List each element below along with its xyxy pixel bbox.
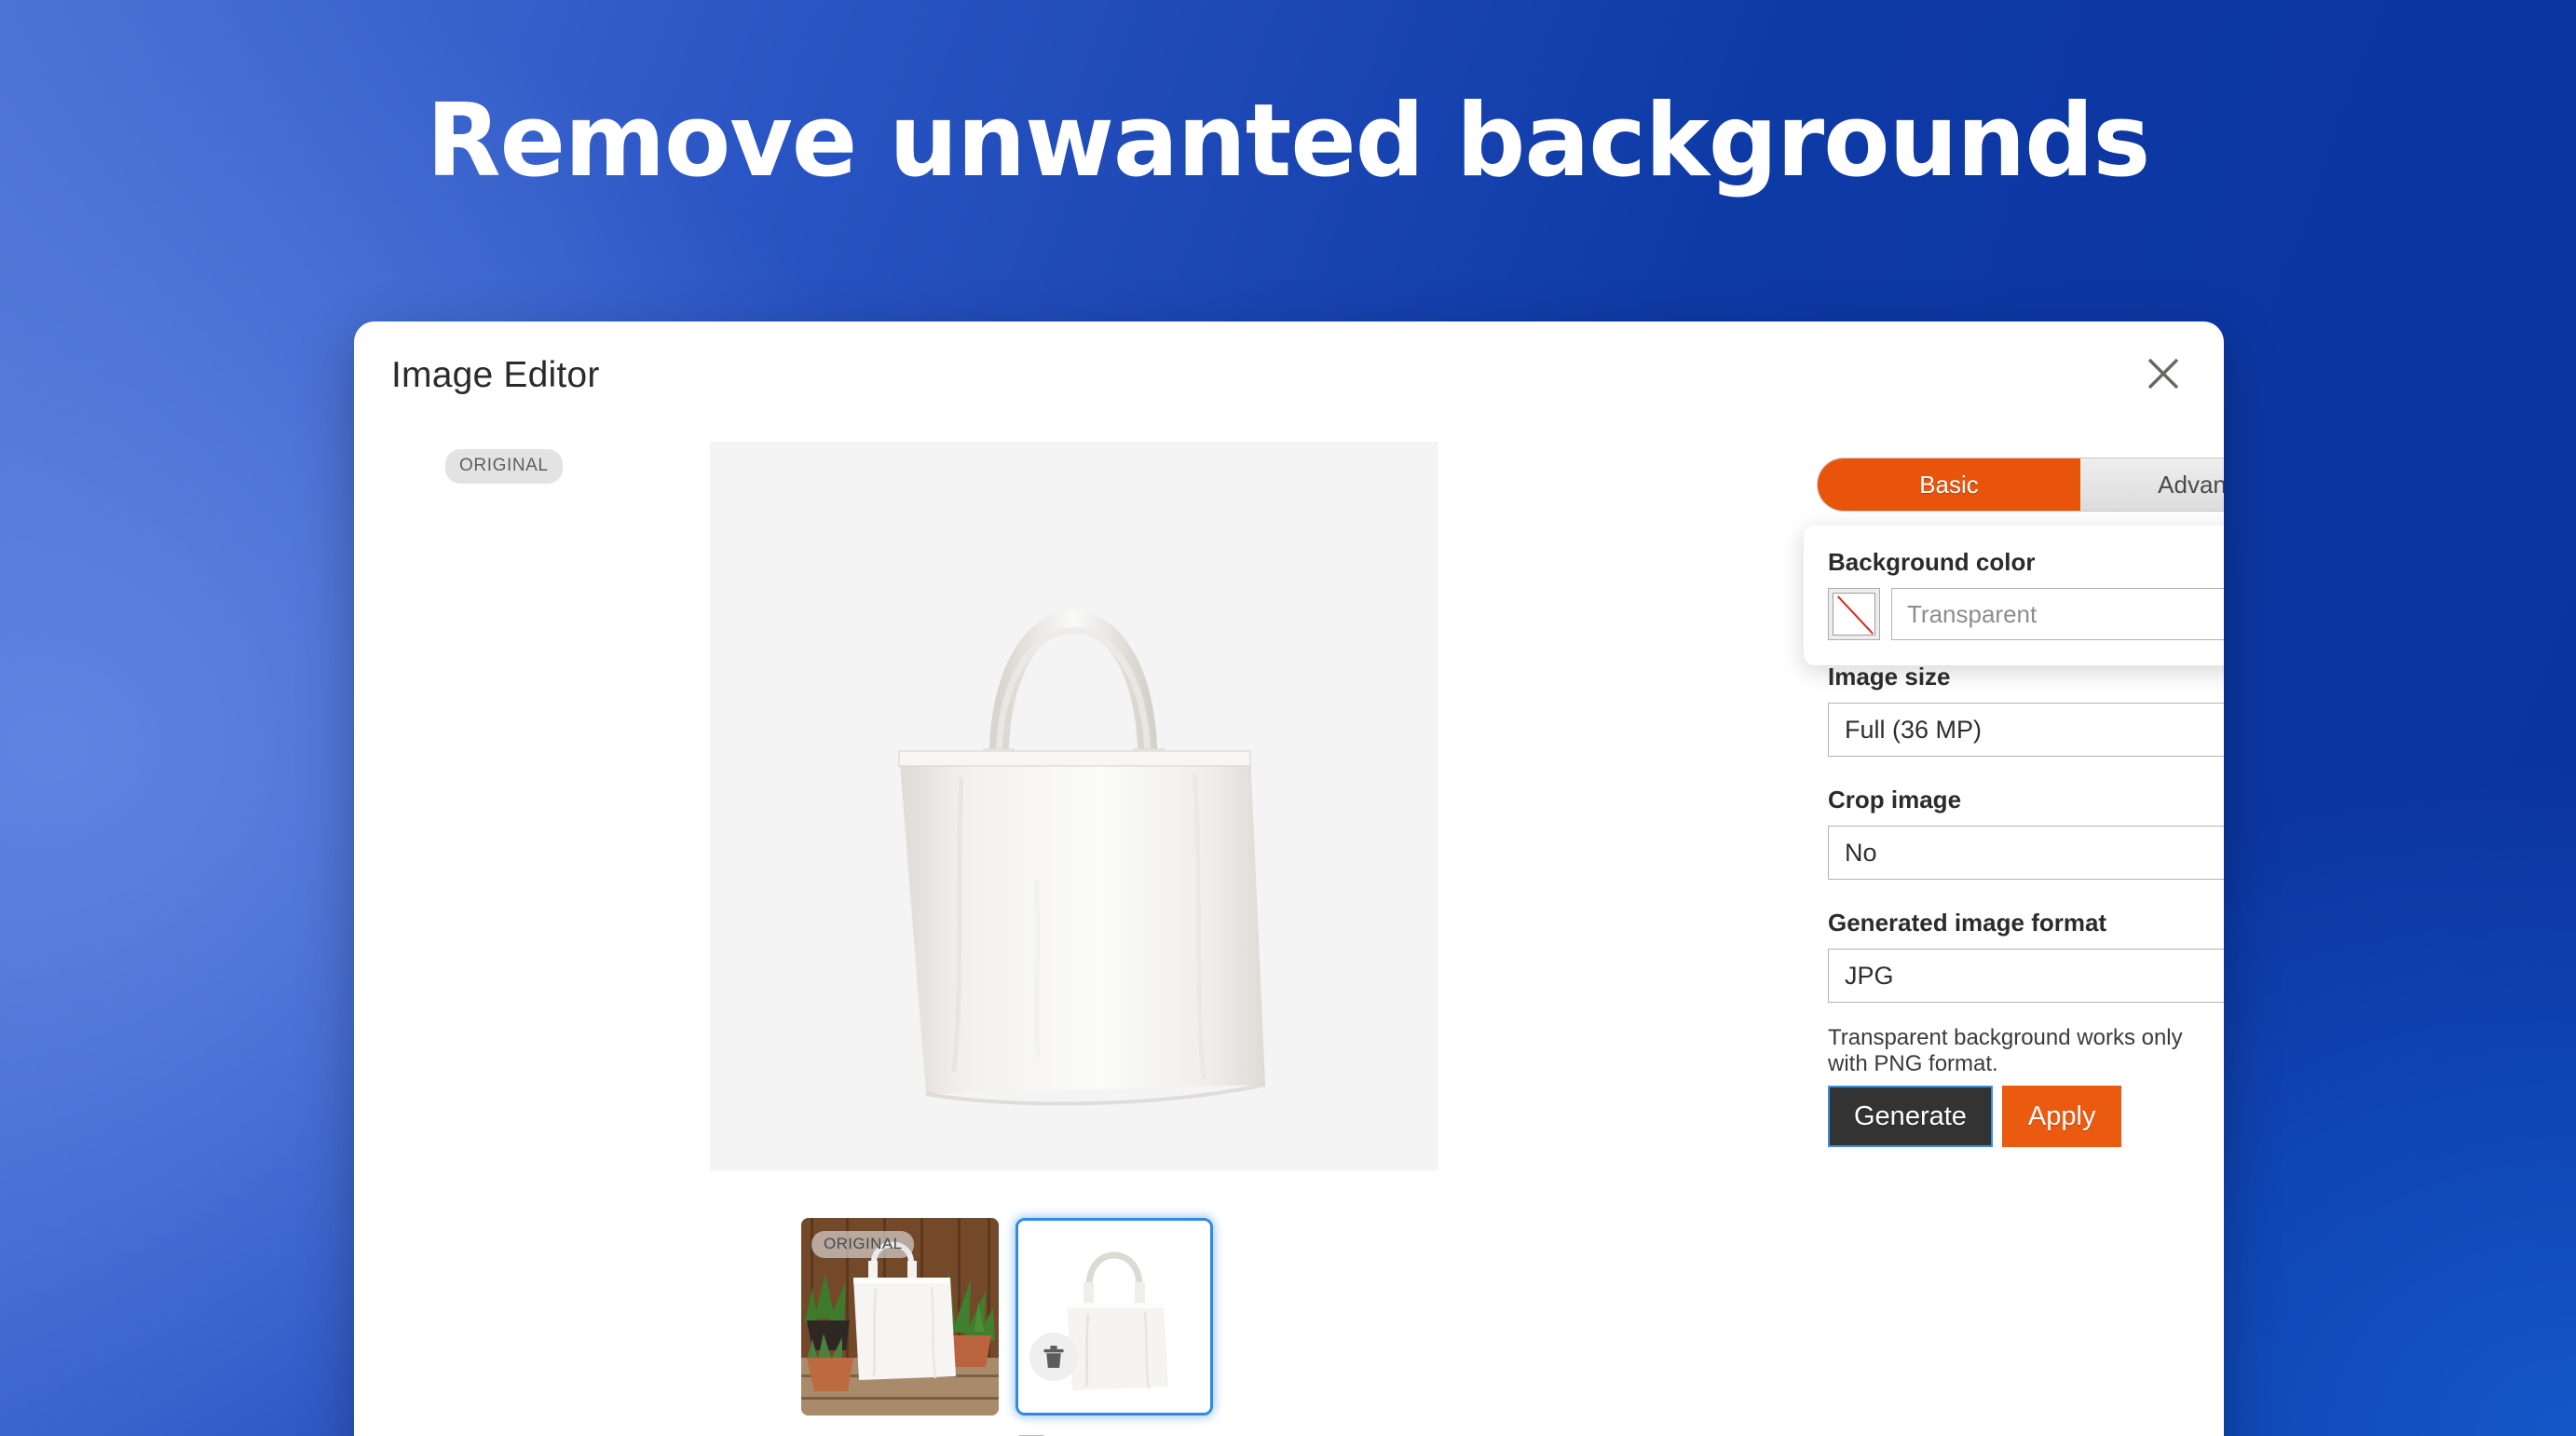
thumbnail-original[interactable]: ORIGINAL bbox=[801, 1218, 999, 1415]
tote-bag-image bbox=[898, 609, 1266, 1106]
format-note: Transparent background works only with P… bbox=[1828, 1025, 2183, 1076]
generated-image-format-label: Generated image format bbox=[1828, 909, 2107, 937]
original-badge: ORIGINAL bbox=[445, 449, 563, 484]
preview-column: ORIGINAL ORIGINAL bbox=[354, 424, 1528, 1436]
delete-thumbnail-button[interactable] bbox=[1029, 1333, 1078, 1381]
generate-button[interactable]: Generate bbox=[1828, 1086, 1993, 1147]
close-icon bbox=[2147, 358, 2179, 390]
crop-image-field: Crop image No bbox=[1828, 786, 2224, 880]
thumbnail-original-badge: ORIGINAL bbox=[811, 1231, 915, 1258]
action-buttons: Generate Apply bbox=[1828, 1086, 2122, 1147]
background-color-card: Background color bbox=[1804, 526, 2224, 665]
page-title: Image Editor bbox=[391, 355, 600, 395]
apply-button[interactable]: Apply bbox=[2001, 1086, 2122, 1147]
background-color-label: Background color bbox=[1828, 548, 2036, 576]
background-color-row bbox=[1828, 588, 2224, 640]
image-size-field: Image size Full (36 MP) bbox=[1828, 663, 2224, 757]
generated-image-format-value: JPG bbox=[1845, 961, 1894, 990]
generated-image-format-field: Generated image format JPG bbox=[1828, 909, 2224, 1003]
tab-advanced[interactable]: Advanced bbox=[2080, 458, 2224, 511]
thumbnail-edited-image bbox=[1018, 1221, 1210, 1413]
promo-headline: Remove unwanted backgrounds bbox=[426, 83, 2151, 199]
settings-tabs: Basic Advanced bbox=[1817, 458, 2224, 512]
thumbnail-strip: ORIGINAL bbox=[801, 1218, 1213, 1415]
modal-header: Image Editor bbox=[354, 321, 2224, 424]
settings-panel: Basic Advanced Background color Image si… bbox=[1528, 424, 2224, 1436]
modal-body: ORIGINAL ORIGINAL Basic Adva Background … bbox=[354, 424, 2224, 1436]
background-color-swatch[interactable] bbox=[1828, 588, 1880, 640]
image-editor-modal: Image Editor ORIGINAL ORIGINAL Basic Adv… bbox=[354, 321, 2224, 1436]
image-size-select[interactable]: Full (36 MP) bbox=[1828, 703, 2224, 757]
trash-icon bbox=[1043, 1346, 1064, 1368]
image-size-value: Full (36 MP) bbox=[1845, 715, 1983, 744]
image-preview-stage[interactable] bbox=[710, 442, 1438, 1170]
crop-image-select[interactable]: No bbox=[1828, 826, 2224, 880]
background-color-input[interactable] bbox=[1891, 588, 2224, 640]
generated-image-format-select[interactable]: JPG bbox=[1828, 949, 2224, 1003]
image-size-label: Image size bbox=[1828, 663, 1951, 691]
close-button[interactable] bbox=[2134, 345, 2192, 403]
transparent-swatch-icon bbox=[1833, 593, 1875, 636]
thumbnail-edited[interactable] bbox=[1015, 1218, 1213, 1415]
tab-basic[interactable]: Basic bbox=[1818, 458, 2080, 511]
crop-image-label: Crop image bbox=[1828, 786, 1962, 814]
crop-image-value: No bbox=[1845, 838, 1877, 867]
